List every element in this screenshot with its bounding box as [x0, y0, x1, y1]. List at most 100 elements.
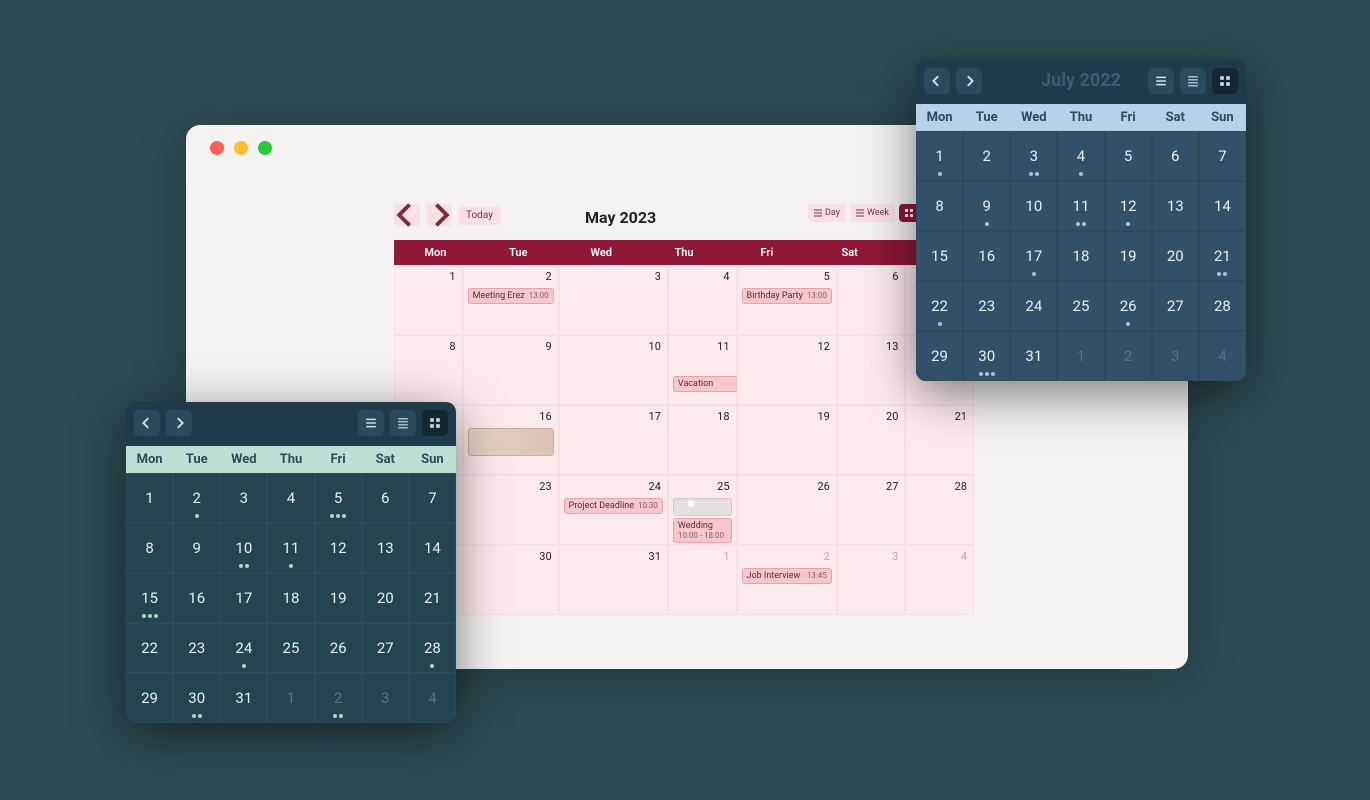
main-day-cell[interactable]: 6 — [837, 265, 906, 335]
main-day-cell[interactable]: 3 — [837, 545, 906, 615]
july-day-cell[interactable]: 14 — [1199, 181, 1246, 231]
july-day-cell[interactable]: 12 — [1105, 181, 1152, 231]
july-day-cell[interactable]: 31 — [1010, 331, 1057, 381]
main-day-cell[interactable]: 4 — [668, 265, 737, 335]
june-day-cell[interactable]: 28 — [409, 623, 456, 673]
event-photo-chip[interactable] — [673, 498, 732, 516]
main-day-cell[interactable]: 11Vacation — [668, 335, 737, 405]
june-day-cell[interactable]: 27 — [362, 623, 409, 673]
july-day-cell[interactable]: 7 — [1199, 131, 1246, 181]
june-view-list-button[interactable] — [358, 410, 384, 436]
june-day-cell[interactable]: 3 — [362, 673, 409, 723]
main-day-cell[interactable]: 23 — [463, 475, 559, 545]
june-day-cell[interactable]: 8 — [126, 523, 173, 573]
june-day-cell[interactable]: 20 — [362, 573, 409, 623]
view-day-button[interactable]: Day — [808, 204, 846, 222]
july-day-cell[interactable]: 27 — [1152, 281, 1199, 331]
july-day-cell[interactable]: 1 — [1057, 331, 1104, 381]
june-view-grid-button[interactable] — [422, 410, 448, 436]
july-day-cell[interactable]: 30 — [963, 331, 1010, 381]
july-day-cell[interactable]: 11 — [1057, 181, 1104, 231]
july-day-cell[interactable]: 20 — [1152, 231, 1199, 281]
july-day-cell[interactable]: 18 — [1057, 231, 1104, 281]
july-prev-button[interactable] — [924, 68, 950, 94]
main-day-cell[interactable]: 10 — [559, 335, 668, 405]
june-day-cell[interactable]: 10 — [220, 523, 267, 573]
june-day-cell[interactable]: 16 — [173, 573, 220, 623]
june-prev-button[interactable] — [134, 410, 160, 436]
july-day-cell[interactable]: 26 — [1105, 281, 1152, 331]
july-day-cell[interactable]: 25 — [1057, 281, 1104, 331]
event-photo-chip[interactable] — [468, 428, 554, 456]
june-day-cell[interactable]: 18 — [267, 573, 314, 623]
main-day-cell[interactable]: 1 — [668, 545, 737, 615]
june-day-cell[interactable]: 23 — [173, 623, 220, 673]
event-chip[interactable]: Birthday Party13:00 — [742, 288, 832, 304]
main-day-cell[interactable]: 24Project Deadline10:30 — [559, 475, 668, 545]
july-day-cell[interactable]: 21 — [1199, 231, 1246, 281]
july-view-agenda-button[interactable] — [1180, 68, 1206, 94]
july-day-cell[interactable]: 16 — [963, 231, 1010, 281]
june-view-agenda-button[interactable] — [390, 410, 416, 436]
main-day-cell[interactable]: 27 — [837, 475, 906, 545]
june-day-cell[interactable]: 25 — [267, 623, 314, 673]
june-day-cell[interactable]: 30 — [173, 673, 220, 723]
main-day-cell[interactable]: 9 — [463, 335, 559, 405]
main-day-cell[interactable]: 18 — [668, 405, 737, 475]
june-day-cell[interactable]: 11 — [267, 523, 314, 573]
main-day-cell[interactable]: 26 — [737, 475, 837, 545]
july-view-list-button[interactable] — [1148, 68, 1174, 94]
minimize-window-icon[interactable] — [234, 141, 248, 155]
main-day-cell[interactable]: 16 — [463, 405, 559, 475]
event-chip[interactable]: Meeting Erez13:00 — [468, 288, 554, 304]
july-day-cell[interactable]: 3 — [1152, 331, 1199, 381]
july-day-cell[interactable]: 19 — [1105, 231, 1152, 281]
event-chip[interactable]: Wedding10:00 - 18:00 — [673, 518, 732, 543]
june-day-cell[interactable]: 21 — [409, 573, 456, 623]
july-day-cell[interactable]: 28 — [1199, 281, 1246, 331]
main-day-cell[interactable]: 25Wedding10:00 - 18:00 — [668, 475, 737, 545]
july-day-cell[interactable]: 4 — [1057, 131, 1104, 181]
main-day-cell[interactable]: 8 — [394, 335, 463, 405]
july-view-grid-button[interactable] — [1212, 68, 1238, 94]
july-day-cell[interactable]: 10 — [1010, 181, 1057, 231]
main-day-cell[interactable]: 31 — [559, 545, 668, 615]
june-next-button[interactable] — [166, 410, 192, 436]
event-chip[interactable]: Job Interview13:45 — [742, 568, 832, 584]
july-day-cell[interactable]: 5 — [1105, 131, 1152, 181]
june-day-cell[interactable]: 17 — [220, 573, 267, 623]
june-day-cell[interactable]: 15 — [126, 573, 173, 623]
main-day-cell[interactable]: 21 — [905, 405, 974, 475]
main-day-cell[interactable]: 2Meeting Erez13:00 — [463, 265, 559, 335]
june-day-cell[interactable]: 7 — [409, 473, 456, 523]
main-day-cell[interactable]: 2Job Interview13:45 — [737, 545, 837, 615]
main-day-cell[interactable]: 1 — [394, 265, 463, 335]
main-day-cell[interactable]: 12 — [737, 335, 837, 405]
event-chip[interactable]: Project Deadline10:30 — [564, 498, 663, 514]
main-day-cell[interactable]: 19 — [737, 405, 837, 475]
main-day-cell[interactable]: 30 — [463, 545, 559, 615]
june-day-cell[interactable]: 9 — [173, 523, 220, 573]
june-day-cell[interactable]: 26 — [315, 623, 362, 673]
main-day-cell[interactable]: 5Birthday Party13:00 — [737, 265, 837, 335]
july-day-cell[interactable]: 23 — [963, 281, 1010, 331]
main-day-cell[interactable]: 28 — [905, 475, 974, 545]
main-day-cell[interactable]: 20 — [837, 405, 906, 475]
july-next-button[interactable] — [956, 68, 982, 94]
june-day-cell[interactable]: 24 — [220, 623, 267, 673]
july-day-cell[interactable]: 3 — [1010, 131, 1057, 181]
june-day-cell[interactable]: 12 — [315, 523, 362, 573]
june-day-cell[interactable]: 6 — [362, 473, 409, 523]
next-month-button[interactable] — [426, 204, 452, 226]
june-day-cell[interactable]: 1 — [267, 673, 314, 723]
view-week-button[interactable]: Week — [850, 204, 895, 222]
july-day-cell[interactable]: 6 — [1152, 131, 1199, 181]
main-day-cell[interactable]: 4 — [905, 545, 974, 615]
prev-month-button[interactable] — [394, 204, 420, 226]
june-day-cell[interactable]: 13 — [362, 523, 409, 573]
june-day-cell[interactable]: 19 — [315, 573, 362, 623]
main-day-cell[interactable]: 13 — [837, 335, 906, 405]
july-day-cell[interactable]: 8 — [916, 181, 963, 231]
maximize-window-icon[interactable] — [258, 141, 272, 155]
june-day-cell[interactable]: 2 — [173, 473, 220, 523]
